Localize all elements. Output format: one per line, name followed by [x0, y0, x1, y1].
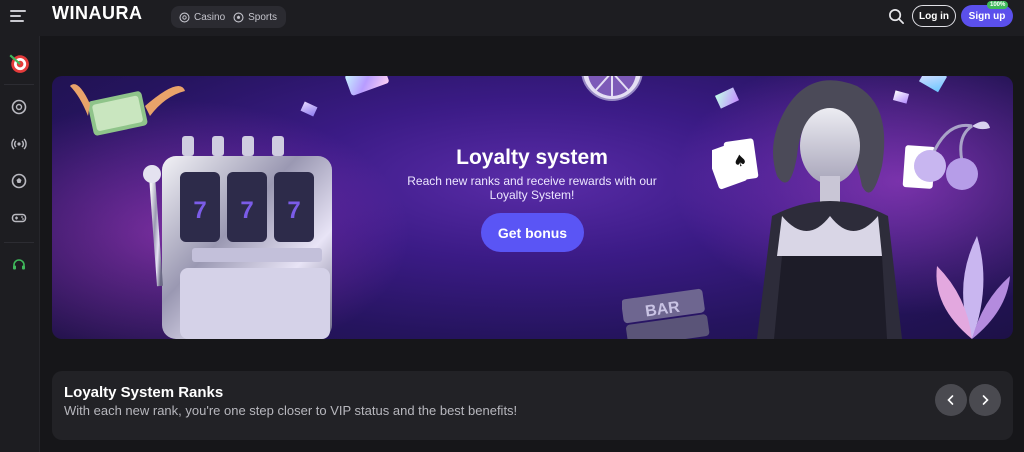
svg-text:7: 7 — [287, 197, 300, 224]
soccer-ball-icon — [233, 11, 244, 23]
hamburger-menu-icon[interactable] — [10, 10, 26, 24]
plant-leaves-illustration — [936, 236, 1010, 339]
banner-subtitle: Reach new ranks and receive rewards with… — [407, 174, 657, 202]
previous-button[interactable] — [935, 384, 967, 416]
sidebar-divider — [4, 84, 34, 85]
support-headset-icon — [13, 259, 25, 270]
cherries-illustration — [914, 121, 990, 190]
search-icon[interactable] — [888, 8, 905, 25]
top-bar: WINAURA Casino Sports Log in Sign up 100… — [0, 0, 1024, 36]
sidebar — [0, 36, 40, 452]
sidebar-item-games[interactable] — [8, 207, 30, 229]
product-switcher: Casino Sports — [171, 6, 286, 28]
login-button[interactable]: Log in — [912, 5, 956, 27]
switcher-casino[interactable]: Casino — [175, 12, 229, 23]
sidebar-item-support[interactable] — [8, 254, 30, 276]
ranks-subtitle: With each new rank, you're one step clos… — [64, 403, 518, 418]
citrus-slice-illustration — [581, 76, 643, 101]
chevron-right-icon — [982, 395, 989, 405]
svg-text:BAR: BAR — [644, 299, 681, 321]
sidebar-item-sports[interactable] — [8, 170, 30, 192]
svg-text:7: 7 — [193, 197, 206, 224]
bar-symbol-illustration: BAR — [622, 288, 710, 339]
switcher-sports[interactable]: Sports — [229, 12, 281, 23]
svg-text:♠: ♠ — [732, 150, 749, 171]
switcher-sports-label: Sports — [248, 11, 278, 23]
dart-target-icon — [9, 54, 29, 73]
next-button[interactable] — [969, 384, 1001, 416]
soccer-ball-icon — [11, 173, 27, 189]
chevron-left-icon — [947, 395, 954, 405]
live-broadcast-icon — [11, 138, 27, 150]
svg-text:7: 7 — [240, 197, 253, 224]
signup-bonus-badge: 100% — [987, 1, 1009, 9]
gamepad-icon — [11, 213, 27, 223]
sidebar-item-live[interactable] — [8, 133, 30, 155]
banner-title: Loyalty system — [456, 146, 608, 169]
sidebar-item-casino[interactable] — [8, 96, 30, 118]
casino-chip-icon — [11, 99, 27, 115]
slot-machine-illustration: 7 7 7 — [143, 136, 332, 339]
sidebar-divider — [4, 242, 34, 243]
sidebar-item-promotions[interactable] — [8, 52, 30, 74]
switcher-casino-label: Casino — [194, 11, 226, 23]
casino-chip-icon — [179, 11, 190, 23]
ranks-title: Loyalty System Ranks — [64, 384, 224, 401]
flying-money-illustration — [70, 84, 185, 136]
loyalty-ranks-panel: Loyalty System Ranks With each new rank,… — [52, 371, 1013, 440]
get-bonus-button[interactable]: Get bonus — [481, 213, 584, 252]
promo-banner: 7 7 7 BAR ♠ Loyalty system Reach new ran… — [52, 76, 1013, 339]
logo[interactable]: WINAURA — [52, 3, 143, 24]
